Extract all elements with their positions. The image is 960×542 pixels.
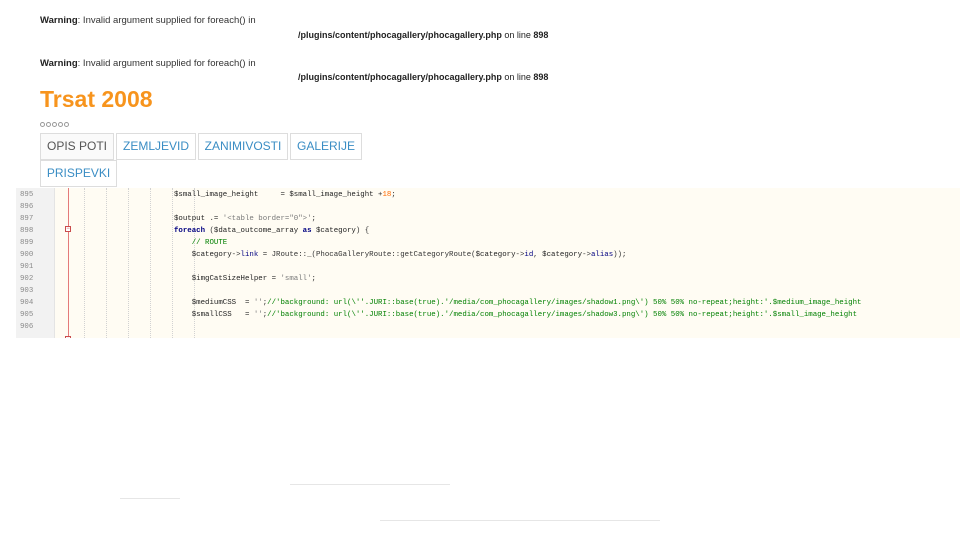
image-crop-edge [16, 338, 960, 342]
line-number: 897 [20, 215, 34, 223]
warning-file-path: /plugins/content/phocagallery/phocagalle… [298, 30, 502, 40]
code-text: foreach ($data_outcome_array as $categor… [174, 227, 370, 235]
code-text: $mediumCSS = '';//'background: url(\''.J… [191, 299, 862, 307]
warning-line-number: 898 [533, 30, 549, 40]
warning-file-path: /plugins/content/phocagallery/phocagalle… [298, 72, 502, 82]
rating-star[interactable] [58, 122, 63, 127]
line-number: 902 [20, 275, 34, 283]
warning-location: /plugins/content/phocagallery/phocagalle… [298, 30, 548, 40]
line-number: 905 [20, 311, 34, 319]
tab-galerije[interactable]: GALERIJE [290, 133, 362, 160]
line-number: 901 [20, 263, 34, 271]
tab-prispevki[interactable]: PRISPEVKI [40, 160, 117, 187]
code-line: 900 $category->link = JRoute::_(PhocaGal… [16, 250, 960, 260]
page-title: Trsat 2008 [40, 86, 153, 112]
rating-star[interactable] [46, 122, 51, 127]
scan-artifact [380, 520, 660, 521]
line-number: 895 [20, 191, 34, 199]
code-text: // ROUTE [191, 239, 228, 247]
code-line: 899 // ROUTE [16, 238, 960, 248]
scan-artifact [290, 484, 450, 485]
warning-message: Warning: Invalid argument supplied for f… [40, 15, 256, 26]
code-text: $smallCSS = '';//'background: url(\''.JU… [191, 311, 858, 319]
code-line: 902 $imgCatSizeHelper = 'small'; [16, 274, 960, 284]
code-line: 896 [16, 202, 960, 212]
code-line: 895 $small_image_height = $small_image_he… [16, 190, 960, 200]
code-line: 905 $smallCSS = '';//'background: url(\'… [16, 310, 960, 320]
tab-zemljevid[interactable]: ZEMLJEVID [116, 133, 196, 160]
warning-location: /plugins/content/phocagallery/phocagalle… [298, 72, 548, 82]
line-number: 899 [20, 239, 34, 247]
code-line: 898 foreach ($data_outcome_array as $cate… [16, 226, 960, 236]
code-text: $small_image_height = $small_image_heigh… [174, 191, 396, 199]
code-line: 904 $mediumCSS = '';//'background: url(\… [16, 298, 960, 308]
code-text: $output .= '<table border="0">'; [174, 215, 316, 223]
line-number: 898 [20, 227, 34, 235]
line-number: 904 [20, 299, 34, 307]
warning-on-line-text: on line [501, 30, 534, 40]
code-line: 903 [16, 286, 960, 296]
tab-zanimivosti[interactable]: ZANIMIVOSTI [198, 133, 288, 160]
tab-opis-poti[interactable]: OPIS POTI [40, 133, 114, 160]
line-number: 903 [20, 287, 34, 295]
rating-stars[interactable] [40, 122, 69, 127]
code-text: $category->link = JRoute::_(PhocaGallery… [191, 251, 627, 259]
line-number: 906 [20, 323, 34, 331]
code-text: $imgCatSizeHelper = 'small'; [191, 275, 316, 283]
line-number: 896 [20, 203, 34, 211]
code-line: 901 [16, 262, 960, 272]
warning-label: Warning [40, 58, 78, 69]
warning-text: : Invalid argument supplied for foreach(… [77, 15, 256, 26]
rating-star[interactable] [64, 122, 69, 127]
warning-label: Warning [40, 15, 78, 26]
scan-artifact [120, 498, 180, 499]
code-listing-image: − − 895$small_image_height = $small_imag… [16, 188, 960, 338]
warning-line-number: 898 [533, 72, 549, 82]
rating-star[interactable] [40, 122, 45, 127]
line-number: 900 [20, 251, 34, 259]
warning-text: : Invalid argument supplied for foreach(… [77, 58, 256, 69]
rating-star[interactable] [52, 122, 57, 127]
warning-message: Warning: Invalid argument supplied for f… [40, 58, 256, 69]
code-line: 906 [16, 322, 960, 332]
code-line: 897 $output .= '<table border="0">'; [16, 214, 960, 224]
warning-on-line-text: on line [501, 72, 534, 82]
